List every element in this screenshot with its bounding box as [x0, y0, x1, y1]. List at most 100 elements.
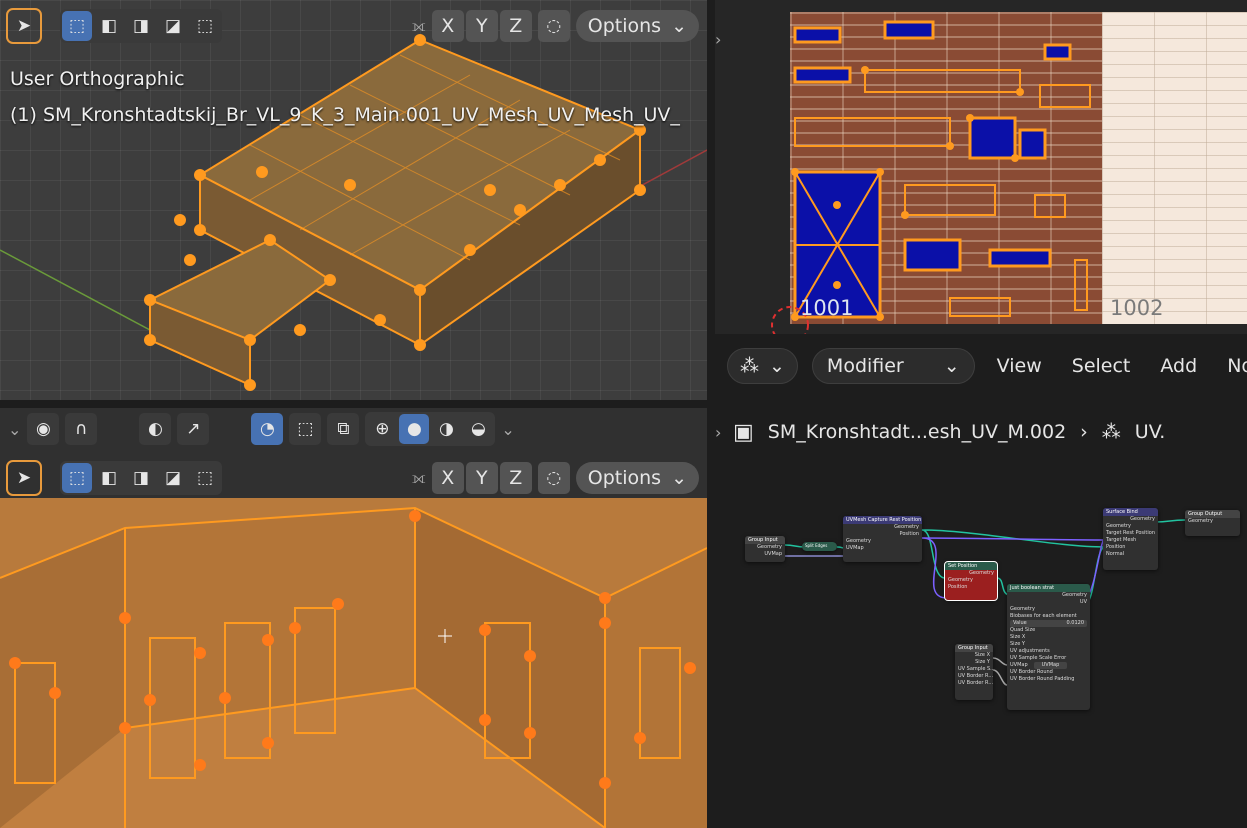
mirror-axis-group: X Y Z — [431, 462, 532, 494]
node-split-edges[interactable]: Split Edges — [802, 542, 837, 551]
viewport-bottom-tool-header: ➤ ⬚ ◧ ◨ ◪ ⬚ ⟗ X Y Z ◌ Options ⌄ — [0, 458, 707, 498]
options-dropdown-top[interactable]: Options ⌄ — [575, 10, 699, 42]
node-field-label: Value — [1013, 620, 1027, 626]
node-field-value: 0.0120 — [1066, 620, 1085, 626]
node-uvmap-field[interactable]: UVMap UVMap — [1007, 662, 1090, 669]
select-subtract-icon: ◨ — [132, 468, 150, 488]
node-title: Group Input — [955, 644, 993, 652]
select-intersect-button[interactable]: ⬚ — [190, 463, 220, 493]
uv-editor[interactable]: › 1001 1002 — [715, 0, 1247, 334]
node-title: UVMesh Capture Rest Position — [843, 516, 922, 524]
chevron-down-icon[interactable]: ⌄ — [8, 420, 21, 439]
node-socket-label: UVMap — [846, 545, 864, 551]
visibility-button[interactable]: ◐ — [139, 413, 172, 445]
node-socket-label: Geometry — [1010, 606, 1035, 612]
node-socket-label: UV Sample S... — [958, 666, 993, 672]
cursor-arrow-icon: ➤ — [16, 16, 32, 36]
node-socket-label: Size Y — [975, 659, 990, 665]
view-mode-label: User Orthographic — [10, 68, 185, 90]
axis-y-button[interactable]: Y — [465, 462, 498, 494]
proportional-edit-button[interactable]: ◉ — [27, 413, 60, 445]
node-uv-unwrap-group[interactable]: Just boolean strat Geometry UV Geometry … — [1007, 584, 1090, 710]
node-title: Just boolean strat — [1007, 584, 1090, 592]
chevron-down-icon: ⌄ — [671, 467, 687, 489]
select-invert-button[interactable]: ◪ — [158, 11, 188, 41]
node-group-input-bottom[interactable]: Group Input Size X Size Y UV Sample S...… — [955, 644, 993, 700]
node-socket-label: UV — [1079, 599, 1087, 605]
axis-x-button[interactable]: X — [431, 462, 464, 494]
wireframe-shading-button[interactable]: ⊕ — [367, 414, 397, 444]
chevron-down-icon: ⌄ — [671, 15, 687, 37]
wireframe-sphere-icon: ⊕ — [375, 419, 390, 439]
select-extend-button[interactable]: ◧ — [94, 463, 124, 493]
node-panel-label: Quad Size — [1010, 627, 1036, 633]
node-socket-label: Geometry — [1106, 523, 1131, 529]
viewport-top-header: ➤ ⬚ ◧ ◨ ◪ ⬚ ⟗ X Y Z ◌ Options ⌄ — [0, 6, 707, 46]
gizmo-button[interactable]: ↗ — [177, 413, 210, 445]
mirror-axis-group: X Y Z — [431, 10, 532, 42]
node-socket-label: Size X — [1010, 634, 1026, 640]
material-shading-button[interactable]: ◑ — [431, 414, 461, 444]
solid-shading-button[interactable]: ● — [399, 414, 430, 444]
blender-window: ➤ ⬚ ◧ ◨ ◪ ⬚ ⟗ X Y Z ◌ Options ⌄ User Ort… — [0, 0, 1247, 828]
axis-z-button[interactable]: Z — [499, 10, 532, 42]
node-value-field[interactable]: Value 0.0120 — [1010, 620, 1087, 627]
node-socket-label: Position — [899, 531, 919, 537]
snap-rotate-button[interactable]: ◌ — [537, 462, 570, 494]
select-subtract-button[interactable]: ◨ — [126, 11, 156, 41]
select-intersect-icon: ⬚ — [196, 468, 214, 488]
rendered-shading-button[interactable]: ◒ — [463, 414, 493, 444]
node-surface-bind[interactable]: Surface Bind Geometry Geometry Target Re… — [1103, 508, 1158, 570]
select-intersect-icon: ⬚ — [196, 16, 214, 36]
uv-islands — [771, 20, 1091, 334]
select-extend-button[interactable]: ◧ — [94, 11, 124, 41]
node-socket-label: Geometry — [948, 577, 973, 583]
select-invert-button[interactable]: ◪ — [158, 463, 188, 493]
node-group-input-top[interactable]: Group Input Geometry UVMap — [745, 536, 785, 562]
overlays-button[interactable]: ◔ — [251, 413, 284, 445]
node-group-output[interactable]: Group Output Geometry — [1185, 510, 1240, 536]
node-socket-label: Geometry — [894, 524, 919, 530]
overlays-icon: ◔ — [259, 419, 275, 439]
select-intersect-button[interactable]: ⬚ — [190, 11, 220, 41]
select-subtract-button[interactable]: ◨ — [126, 463, 156, 493]
node-socket-label: Geometry — [969, 570, 994, 576]
snap-rotate-button[interactable]: ◌ — [537, 10, 570, 42]
select-tool-button[interactable]: ➤ — [6, 8, 42, 44]
select-tool-button[interactable]: ➤ — [6, 460, 42, 496]
axis-y-button[interactable]: Y — [465, 10, 498, 42]
rendered-sphere-icon: ◒ — [470, 419, 486, 439]
options-label: Options — [587, 15, 662, 37]
select-invert-icon: ◪ — [164, 468, 182, 488]
uv-tile-label-1002: 1002 — [1110, 296, 1164, 320]
select-box-icon: ⬚ — [68, 468, 86, 488]
options-dropdown-bottom[interactable]: Options ⌄ — [575, 462, 699, 494]
select-new-button[interactable]: ⬚ — [62, 463, 92, 493]
falloff-button[interactable]: ∩ — [65, 413, 98, 445]
axis-x-button[interactable]: X — [431, 10, 464, 42]
select-extend-icon: ◧ — [100, 468, 118, 488]
node-checkbox-label[interactable]: Biobases for each element — [1007, 613, 1090, 620]
node-socket-label: UVMap — [764, 551, 782, 557]
chevron-down-icon[interactable]: ⌄ — [501, 420, 514, 439]
proportional-circle-icon: ◉ — [35, 419, 51, 439]
node-socket-label: Normal — [1106, 551, 1125, 557]
geometry-node-editor[interactable]: ⁂ ⌄ Modifier ⌄ View Select Add Nod › ▣ S… — [715, 340, 1247, 828]
viewport-bottom[interactable]: ⌄ ◉ ∩ ◐ ↗ ◔ ⬚ ⧉ ⊕ ● ◑ ◒ ⌄ ➤ ⬚ ◧ ◨ ◪ ⬚ ⟗ … — [0, 408, 707, 828]
active-object-label: (1) SM_Kronshtadtskij_Br_VL_9_K_3_Main.0… — [10, 104, 680, 126]
mesh-edit-overlay-button[interactable]: ⬚ — [289, 413, 322, 445]
xray-button[interactable]: ⧉ — [327, 413, 360, 445]
mirror-icon[interactable]: ⟗ — [412, 16, 426, 36]
node-set-position[interactable]: Set Position Geometry Geometry Position — [944, 561, 998, 601]
mirror-icon[interactable]: ⟗ — [412, 468, 426, 488]
select-new-button[interactable]: ⬚ — [62, 11, 92, 41]
mesh-edit-icon: ⬚ — [297, 419, 314, 439]
solid-sphere-icon: ● — [406, 419, 422, 439]
viewport-top[interactable]: ➤ ⬚ ◧ ◨ ◪ ⬚ ⟗ X Y Z ◌ Options ⌄ User Ort… — [0, 0, 707, 400]
mesh-wireframe-top — [0, 34, 707, 391]
node-uv-capture[interactable]: UVMesh Capture Rest Position Geometry Po… — [843, 516, 922, 562]
gizmo-arrow-icon: ↗ — [186, 419, 201, 439]
axis-z-button[interactable]: Z — [499, 462, 532, 494]
node-socket-label: Geometry — [1062, 592, 1087, 598]
node-socket-label: Target Rest Position — [1106, 530, 1156, 536]
